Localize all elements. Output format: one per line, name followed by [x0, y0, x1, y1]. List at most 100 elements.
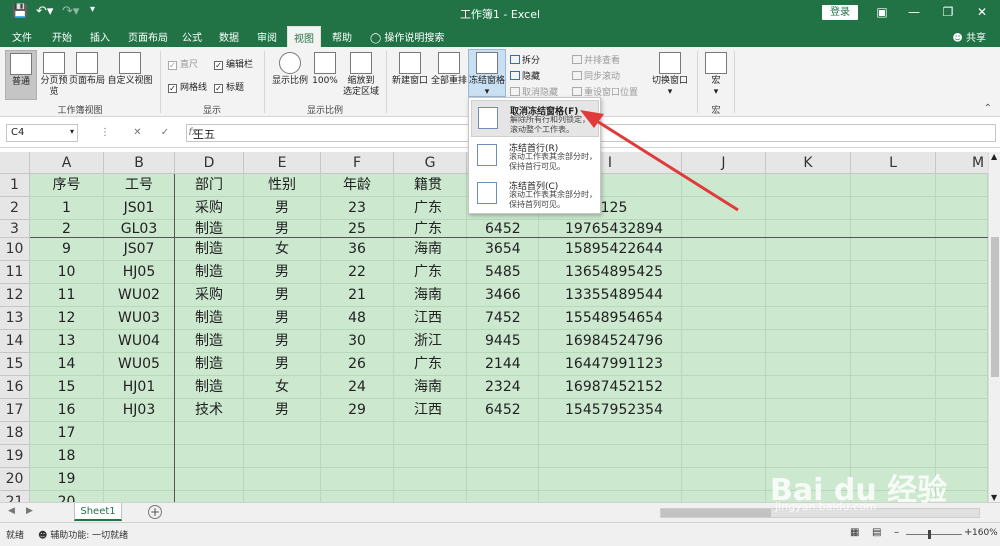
table-cell[interactable] — [321, 445, 394, 468]
table-cell[interactable]: WU05 — [104, 353, 175, 376]
table-cell[interactable] — [467, 491, 539, 502]
table-cell[interactable]: HJ01 — [104, 376, 175, 399]
table-cell[interactable]: 工号 — [104, 174, 175, 197]
row-header[interactable]: 18 — [0, 422, 30, 445]
table-cell[interactable]: WU03 — [104, 307, 175, 330]
table-cell[interactable] — [682, 261, 766, 284]
column-header[interactable]: B — [104, 152, 175, 174]
tab-view[interactable]: 视图 — [287, 26, 321, 47]
row-header[interactable]: 19 — [0, 445, 30, 468]
table-cell[interactable]: 男 — [244, 220, 321, 238]
table-cell[interactable] — [851, 376, 936, 399]
table-cell[interactable] — [682, 491, 766, 502]
sheet-tab[interactable]: Sheet1 — [74, 503, 122, 521]
table-cell[interactable]: 广东 — [394, 261, 467, 284]
table-cell[interactable]: 29 — [321, 399, 394, 422]
table-cell[interactable] — [394, 491, 467, 502]
switch-windows-button[interactable]: 切换窗口 ▾ — [650, 50, 690, 100]
tab-review[interactable]: 审阅 — [257, 29, 277, 44]
table-cell[interactable]: 技术 — [175, 399, 244, 422]
table-cell[interactable]: 24 — [321, 376, 394, 399]
table-cell[interactable] — [175, 491, 244, 502]
table-cell[interactable]: WU02 — [104, 284, 175, 307]
table-cell[interactable]: 女 — [244, 376, 321, 399]
table-cell[interactable]: JS01 — [104, 197, 175, 220]
name-box[interactable]: C4 ▾ — [6, 124, 78, 142]
row-header[interactable]: 12 — [0, 284, 30, 307]
table-cell[interactable]: 男 — [244, 284, 321, 307]
row-header[interactable]: 10 — [0, 238, 30, 261]
table-cell[interactable]: 16 — [30, 399, 104, 422]
freeze-panes-button[interactable]: 冻结窗格 ▾ — [468, 49, 506, 97]
table-cell[interactable] — [104, 445, 175, 468]
column-header[interactable]: J — [682, 152, 766, 174]
table-cell[interactable] — [936, 399, 988, 422]
table-cell[interactable]: 30 — [321, 330, 394, 353]
table-cell[interactable] — [682, 238, 766, 261]
select-all-corner[interactable] — [0, 152, 30, 174]
table-cell[interactable]: 广东 — [394, 197, 467, 220]
table-cell[interactable]: 9445 — [467, 330, 539, 353]
table-cell[interactable] — [321, 491, 394, 502]
row-header[interactable]: 21 — [0, 491, 30, 502]
minimize-button[interactable]: — — [904, 3, 924, 21]
column-header[interactable]: L — [851, 152, 936, 174]
table-cell[interactable] — [244, 468, 321, 491]
login-button[interactable]: 登录 — [822, 5, 858, 20]
split-button[interactable]: 拆分 — [510, 53, 540, 66]
headings-checkbox[interactable]: ✓ 标题 — [214, 80, 244, 93]
row-header[interactable]: 11 — [0, 261, 30, 284]
restore-button[interactable]: ❐ — [938, 3, 958, 21]
formula-bar-checkbox[interactable]: ✓ 编辑栏 — [214, 57, 253, 70]
table-cell[interactable] — [936, 284, 988, 307]
table-cell[interactable]: 海南 — [394, 238, 467, 261]
row-header[interactable]: 14 — [0, 330, 30, 353]
table-cell[interactable] — [682, 330, 766, 353]
table-cell[interactable] — [244, 491, 321, 502]
table-cell[interactable]: 3466 — [467, 284, 539, 307]
table-cell[interactable]: 男 — [244, 399, 321, 422]
table-cell[interactable]: 5485 — [467, 261, 539, 284]
table-cell[interactable] — [175, 445, 244, 468]
table-cell[interactable]: 男 — [244, 353, 321, 376]
table-cell[interactable] — [851, 261, 936, 284]
custom-views-button[interactable]: 自定义视图 — [107, 50, 153, 100]
table-cell[interactable]: 26 — [321, 353, 394, 376]
table-cell[interactable]: 女 — [244, 238, 321, 261]
table-cell[interactable] — [851, 220, 936, 238]
sheet-nav-prev-icon[interactable]: ◀ — [8, 506, 15, 516]
table-cell[interactable]: 部门 — [175, 174, 244, 197]
table-cell[interactable]: 13355489544 — [539, 284, 682, 307]
table-cell[interactable] — [104, 491, 175, 502]
table-cell[interactable]: 6452 — [467, 220, 539, 238]
table-cell[interactable]: 2324 — [467, 376, 539, 399]
add-sheet-icon[interactable]: + — [148, 505, 162, 519]
column-header[interactable]: F — [321, 152, 394, 174]
table-cell[interactable]: 20 — [30, 491, 104, 502]
tell-me-search[interactable]: ◯ 操作说明搜索 — [370, 29, 444, 44]
table-cell[interactable]: 16984524796 — [539, 330, 682, 353]
table-cell[interactable] — [766, 307, 851, 330]
vertical-scrollbar[interactable]: ▲ ▼ — [988, 152, 1000, 502]
table-cell[interactable]: 18 — [30, 445, 104, 468]
table-cell[interactable]: HJ03 — [104, 399, 175, 422]
table-cell[interactable] — [175, 468, 244, 491]
table-cell[interactable] — [766, 174, 851, 197]
table-cell[interactable]: 23 — [321, 197, 394, 220]
table-cell[interactable] — [682, 376, 766, 399]
table-cell[interactable] — [394, 422, 467, 445]
arrange-all-button[interactable]: 全部重排 — [431, 50, 467, 100]
row-header[interactable]: 13 — [0, 307, 30, 330]
macros-button[interactable]: 宏 ▾ — [702, 50, 730, 100]
table-cell[interactable]: 9 — [30, 238, 104, 261]
scroll-down-icon[interactable]: ▼ — [991, 493, 997, 502]
table-cell[interactable]: 采购 — [175, 197, 244, 220]
enter-icon[interactable]: ✓ — [161, 127, 169, 138]
row-header[interactable]: 3 — [0, 220, 30, 238]
zoom-slider-track[interactable] — [906, 534, 962, 535]
table-cell[interactable] — [766, 422, 851, 445]
sync-scroll-button[interactable]: 同步滚动 — [572, 69, 620, 82]
tab-page-layout[interactable]: 页面布局 — [128, 29, 168, 44]
normal-view-button[interactable]: 普通 — [5, 50, 37, 100]
table-cell[interactable]: 36 — [321, 238, 394, 261]
